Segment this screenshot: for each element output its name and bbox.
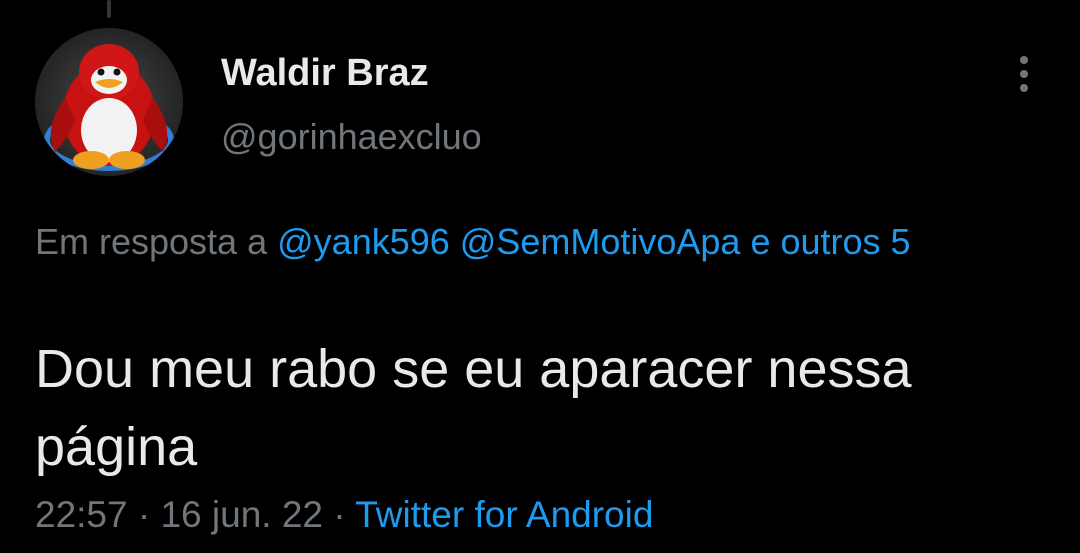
meta-separator: ·: [137, 494, 151, 535]
avatar[interactable]: [35, 28, 183, 176]
author-handle[interactable]: @gorinhaexcluo: [221, 116, 482, 158]
others-link[interactable]: e outros 5: [750, 221, 910, 262]
mention-link[interactable]: @yank596: [277, 221, 450, 262]
reply-context: Em resposta a @yank596 @SemMotivoApa e o…: [35, 214, 1045, 270]
tweet-time[interactable]: 22:57: [35, 494, 128, 535]
red-penguin-avatar-icon: [35, 28, 183, 176]
author-display-name[interactable]: Waldir Braz: [221, 52, 429, 95]
tweet-metadata: 22:57 · 16 jun. 22 · Twitter for Android: [35, 494, 653, 536]
tweet-text: Dou meu rabo se eu aparacer nessa página: [35, 339, 912, 477]
meta-separator: ·: [333, 494, 346, 535]
tweet-date[interactable]: 16 jun. 22: [160, 494, 323, 535]
mention-link[interactable]: @SemMotivoApa: [460, 221, 741, 262]
tweet-source-link[interactable]: Twitter for Android: [355, 494, 653, 535]
reply-prefix: Em resposta a: [35, 221, 268, 262]
thread-connector-line: [107, 0, 111, 18]
more-options-button[interactable]: [1008, 52, 1040, 96]
